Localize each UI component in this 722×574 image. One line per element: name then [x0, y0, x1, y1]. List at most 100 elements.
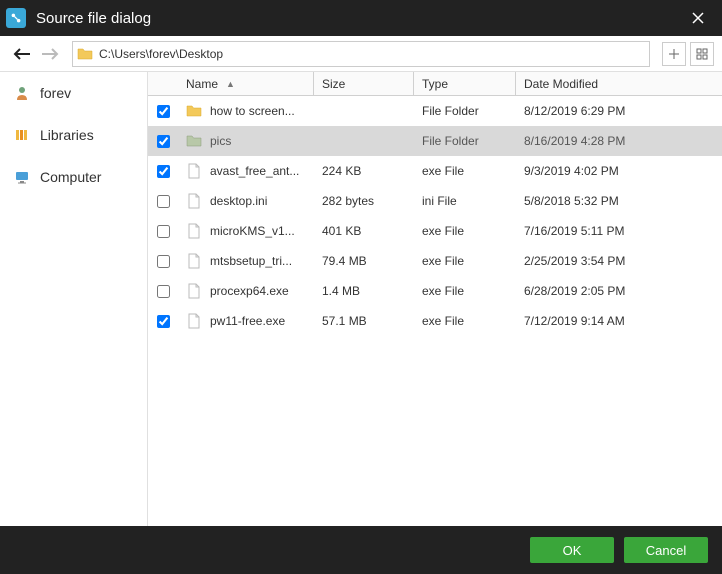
- row-checkbox[interactable]: [157, 105, 170, 118]
- column-name[interactable]: Name ▲: [178, 72, 314, 95]
- row-name-cell: pics: [178, 133, 314, 149]
- table-row[interactable]: avast_free_ant...224 KBexe File9/3/2019 …: [148, 156, 722, 186]
- sidebar-item-user[interactable]: forev: [0, 78, 147, 108]
- folder-icon: [186, 133, 202, 149]
- row-checkbox-cell: [148, 135, 178, 148]
- sort-indicator-icon: ▲: [226, 79, 235, 89]
- folder-icon: [77, 46, 93, 62]
- row-checkbox[interactable]: [157, 225, 170, 238]
- table-row[interactable]: desktop.ini 282 bytesini File5/8/2018 5:3…: [148, 186, 722, 216]
- sidebar-item-label: forev: [40, 85, 71, 101]
- table-row[interactable]: mtsbsetup_tri...79.4 MBexe File2/25/2019…: [148, 246, 722, 276]
- row-filename: procexp64.exe: [210, 284, 289, 298]
- row-modified: 9/3/2019 4:02 PM: [516, 164, 722, 178]
- row-checkbox[interactable]: [157, 315, 170, 328]
- row-filename: how to screen...: [210, 104, 295, 118]
- row-checkbox[interactable]: [157, 255, 170, 268]
- row-filename: mtsbsetup_tri...: [210, 254, 292, 268]
- plus-icon: [668, 48, 680, 60]
- row-type: exe File: [414, 284, 516, 298]
- close-button[interactable]: [682, 2, 714, 34]
- file-icon: [186, 313, 202, 329]
- file-icon: [186, 193, 202, 209]
- row-checkbox-cell: [148, 165, 178, 178]
- row-filename: desktop.ini: [210, 194, 267, 208]
- row-filename: pics: [210, 134, 231, 148]
- column-size[interactable]: Size: [314, 72, 414, 95]
- view-mode-button[interactable]: [690, 42, 714, 66]
- sidebar: forev Libraries Computer: [0, 72, 148, 526]
- row-checkbox[interactable]: [157, 165, 170, 178]
- row-name-cell: avast_free_ant...: [178, 163, 314, 179]
- row-checkbox[interactable]: [157, 285, 170, 298]
- title-bar: Source file dialog: [0, 0, 722, 36]
- row-type: exe File: [414, 224, 516, 238]
- cancel-button[interactable]: Cancel: [624, 537, 708, 563]
- table-row[interactable]: microKMS_v1... 401 KBexe File7/16/2019 5:…: [148, 216, 722, 246]
- arrow-right-icon: [41, 47, 59, 61]
- table-row[interactable]: pics File Folder8/16/2019 4:28 PM: [148, 126, 722, 156]
- row-filename: pw11-free.exe: [210, 314, 285, 328]
- row-name-cell: procexp64.exe: [178, 283, 314, 299]
- row-size: 79.4 MB: [314, 254, 414, 268]
- column-headers: Name ▲ Size Type Date Modified: [148, 72, 722, 96]
- sidebar-item-libraries[interactable]: Libraries: [0, 120, 147, 150]
- table-row[interactable]: pw11-free.exe57.1 MBexe File7/12/2019 9:…: [148, 306, 722, 336]
- column-checkbox: [148, 72, 178, 95]
- row-type: exe File: [414, 254, 516, 268]
- row-size: 1.4 MB: [314, 284, 414, 298]
- footer: OK Cancel: [0, 526, 722, 574]
- grid-icon: [696, 48, 708, 60]
- column-modified[interactable]: Date Modified: [516, 72, 722, 95]
- path-text: C:\Users\forev\Desktop: [99, 47, 223, 61]
- app-icon: [6, 8, 26, 28]
- row-modified: 7/16/2019 5:11 PM: [516, 224, 722, 238]
- row-size: 224 KB: [314, 164, 414, 178]
- sidebar-item-label: Computer: [40, 169, 101, 185]
- libraries-icon: [14, 127, 30, 143]
- row-checkbox-cell: [148, 105, 178, 118]
- new-folder-button[interactable]: [662, 42, 686, 66]
- ok-button[interactable]: OK: [530, 537, 614, 563]
- sidebar-item-computer[interactable]: Computer: [0, 162, 147, 192]
- file-rows: how to screen...File Folder8/12/2019 6:2…: [148, 96, 722, 526]
- row-checkbox[interactable]: [157, 135, 170, 148]
- row-name-cell: desktop.ini: [178, 193, 314, 209]
- table-row[interactable]: procexp64.exe 1.4 MBexe File6/28/2019 2:0…: [148, 276, 722, 306]
- back-button[interactable]: [8, 40, 36, 68]
- table-row[interactable]: how to screen... File Folder8/12/2019 6:2…: [148, 96, 722, 126]
- row-size: 57.1 MB: [314, 314, 414, 328]
- row-modified: 6/28/2019 2:05 PM: [516, 284, 722, 298]
- column-type[interactable]: Type: [414, 72, 516, 95]
- file-icon: [186, 253, 202, 269]
- user-icon: [14, 85, 30, 101]
- forward-button[interactable]: [36, 40, 64, 68]
- row-name-cell: how to screen...: [178, 103, 314, 119]
- row-filename: microKMS_v1...: [210, 224, 295, 238]
- row-checkbox[interactable]: [157, 195, 170, 208]
- folder-icon: [186, 103, 202, 119]
- toolbar: C:\Users\forev\Desktop: [0, 36, 722, 72]
- row-type: exe File: [414, 314, 516, 328]
- row-modified: 5/8/2018 5:32 PM: [516, 194, 722, 208]
- row-type: ini File: [414, 194, 516, 208]
- row-size: 401 KB: [314, 224, 414, 238]
- content-area: forev Libraries Computer Name ▲ Size Typ…: [0, 72, 722, 526]
- row-checkbox-cell: [148, 225, 178, 238]
- row-checkbox-cell: [148, 315, 178, 328]
- row-checkbox-cell: [148, 285, 178, 298]
- row-modified: 8/16/2019 4:28 PM: [516, 134, 722, 148]
- row-type: File Folder: [414, 134, 516, 148]
- row-name-cell: mtsbsetup_tri...: [178, 253, 314, 269]
- row-modified: 8/12/2019 6:29 PM: [516, 104, 722, 118]
- row-size: 282 bytes: [314, 194, 414, 208]
- file-icon: [186, 283, 202, 299]
- row-name-cell: microKMS_v1...: [178, 223, 314, 239]
- row-checkbox-cell: [148, 195, 178, 208]
- row-type: File Folder: [414, 104, 516, 118]
- sidebar-item-label: Libraries: [40, 127, 94, 143]
- row-name-cell: pw11-free.exe: [178, 313, 314, 329]
- window-title: Source file dialog: [36, 10, 682, 27]
- file-listing: Name ▲ Size Type Date Modified how to sc…: [148, 72, 722, 526]
- path-input[interactable]: C:\Users\forev\Desktop: [72, 41, 650, 67]
